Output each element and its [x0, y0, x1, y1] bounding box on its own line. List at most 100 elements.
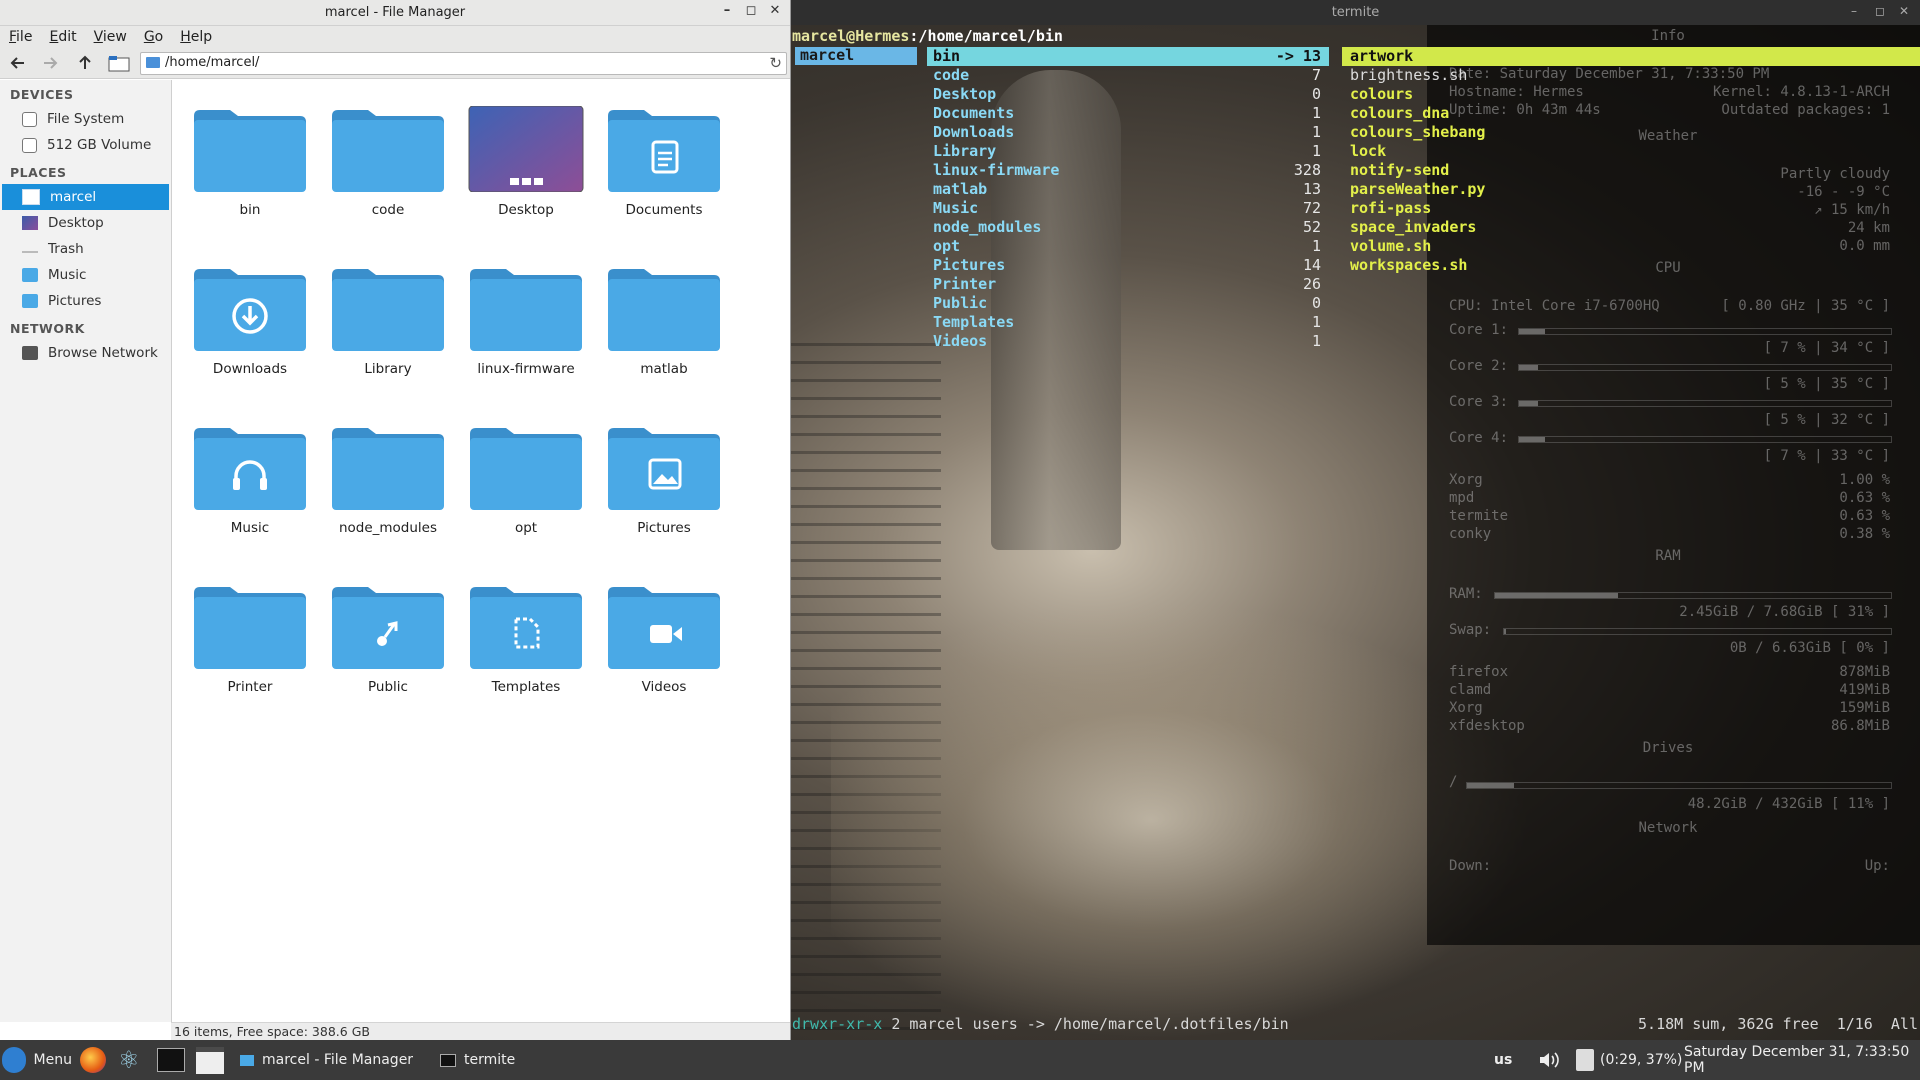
keyboard-layout[interactable]: us [1494, 1040, 1512, 1080]
file-item[interactable]: bin [181, 102, 319, 252]
sidebar-item-label: marcel [50, 189, 97, 205]
ranger-entry[interactable]: Desktop 0 [927, 85, 1329, 104]
minimize-icon[interactable]: – [1851, 4, 1857, 18]
files-launcher[interactable] [196, 1040, 224, 1080]
file-item[interactable]: Library [319, 261, 457, 411]
file-item[interactable]: matlab [595, 261, 733, 411]
clock[interactable]: Saturday December 31, 7:33:50 PM [1684, 1040, 1920, 1080]
task-file-manager[interactable]: marcel - File Manager [240, 1040, 420, 1080]
ranger-entry[interactable]: Downloads 1 [927, 123, 1329, 142]
ranger-preview-entry[interactable]: lock [1342, 142, 1920, 161]
sidebar-item-trash[interactable]: Trash [0, 236, 171, 262]
close-icon[interactable]: ✕ [766, 3, 784, 18]
menu-item[interactable]: Edit [49, 29, 76, 45]
terminal-title-bar[interactable]: termite – ◻ ✕ [791, 0, 1920, 25]
file-item-label: Templates [491, 679, 561, 695]
ranger-entry[interactable]: Library 1 [927, 142, 1329, 161]
maximize-icon[interactable]: ◻ [1875, 4, 1885, 18]
conky-usage-bar [1494, 592, 1892, 599]
menu-item[interactable]: Go [144, 29, 163, 45]
ranger-preview-column[interactable]: artwork brightness.sh colours colours_dna co… [1342, 47, 1920, 275]
file-item[interactable]: Printer [181, 579, 319, 729]
ranger-parent-column[interactable]: marcel [795, 46, 917, 65]
ranger-entry[interactable]: Pictures 14 [927, 256, 1329, 275]
sidebar-item-volume[interactable]: 512 GB Volume [0, 132, 171, 158]
title-bar[interactable]: marcel - File Manager – ◻ ✕ [0, 0, 790, 26]
file-item[interactable]: Desktop [457, 102, 595, 252]
ranger-entry[interactable]: Templates 1 [927, 313, 1329, 332]
file-item[interactable]: Documents [595, 102, 733, 252]
ranger-preview-entry[interactable]: workspaces.sh [1342, 256, 1920, 275]
ranger-current-column[interactable]: bin -> 13 code 7 Desktop 0 Documents 1 Downloads… [927, 47, 1329, 351]
ranger-entry[interactable]: Public 0 [927, 294, 1329, 313]
ranger-entry[interactable]: Printer 26 [927, 275, 1329, 294]
ranger-preview-entry[interactable]: colours [1342, 85, 1920, 104]
sidebar-item-desktop[interactable]: Desktop [0, 210, 171, 236]
address-bar[interactable]: /home/marcel/ ↻ [140, 52, 787, 75]
sidebar-item-browse-network[interactable]: Browse Network [0, 340, 171, 366]
ranger-preview-entry[interactable]: volume.sh [1342, 237, 1920, 256]
volume-icon[interactable] [1538, 1040, 1560, 1080]
menu-button[interactable]: Menu [2, 1040, 72, 1080]
ranger-preview-entry[interactable]: brightness.sh [1342, 66, 1920, 85]
ranger-preview-entry[interactable]: colours_shebang [1342, 123, 1920, 142]
file-item[interactable]: Public [319, 579, 457, 729]
window-title: marcel - File Manager [324, 5, 466, 20]
sidebar-item-file-system[interactable]: File System [0, 106, 171, 132]
file-item[interactable]: node_modules [319, 420, 457, 570]
conky-usage-fill [1519, 401, 1538, 406]
terminal-launcher[interactable] [157, 1040, 185, 1080]
minimize-icon[interactable]: – [718, 3, 736, 18]
entry-count: 1 [1311, 142, 1321, 160]
file-item[interactable]: Downloads [181, 261, 319, 411]
ranger-entry[interactable]: Videos 1 [927, 332, 1329, 351]
back-button[interactable] [8, 53, 28, 73]
ranger-entry[interactable]: matlab 13 [927, 180, 1329, 199]
sidebar-item-marcel[interactable]: marcel [2, 184, 169, 210]
ranger-entry[interactable]: bin -> 13 [927, 47, 1329, 66]
conky-text: xfdesktop [1449, 718, 1525, 734]
conky-text: [ 5 % | 35 °C ] [1763, 376, 1890, 392]
file-item[interactable]: code [319, 102, 457, 252]
home-folder-icon [22, 189, 40, 205]
ranger-entry[interactable]: opt 1 [927, 237, 1329, 256]
file-item[interactable]: Templates [457, 579, 595, 729]
file-item[interactable]: linux-firmware [457, 261, 595, 411]
ranger-entry[interactable]: Documents 1 [927, 104, 1329, 123]
close-icon[interactable]: ✕ [1899, 4, 1909, 18]
menu-item[interactable]: File [9, 29, 32, 45]
reload-icon[interactable]: ↻ [769, 54, 782, 72]
sidebar-item-music[interactable]: Music [0, 262, 171, 288]
conky-text: Drives [1642, 740, 1694, 756]
ranger-preview-entry[interactable]: colours_dna [1342, 104, 1920, 123]
sidebar-item-pictures[interactable]: Pictures [0, 288, 171, 314]
file-item[interactable]: Pictures [595, 420, 733, 570]
ranger-entry[interactable]: linux-firmware 328 [927, 161, 1329, 180]
battery-indicator[interactable]: (0:29, 37%) [1576, 1040, 1682, 1080]
ranger-preview-entry[interactable]: notify-send [1342, 161, 1920, 180]
ranger-preview-entry[interactable]: artwork [1342, 47, 1920, 66]
home-button[interactable] [108, 53, 130, 73]
menu-item[interactable]: View [94, 29, 127, 45]
ranger-entry[interactable]: node_modules 52 [927, 218, 1329, 237]
entry-count: 72 [1302, 199, 1321, 217]
conky-usage-bar [1466, 782, 1892, 789]
icon-view[interactable]: bin code Desktop Documents Downloads Library l… [173, 80, 790, 1022]
menu-item[interactable]: Help [180, 29, 212, 45]
ranger-preview-entry[interactable]: parseWeather.py [1342, 180, 1920, 199]
maximize-icon[interactable]: ◻ [742, 3, 760, 18]
file-item[interactable]: Videos [595, 579, 733, 729]
ranger-preview-entry[interactable]: rofi-pass [1342, 199, 1920, 218]
file-item[interactable]: Music [181, 420, 319, 570]
entry-name: matlab [933, 180, 988, 198]
ranger-entry[interactable]: code 7 [927, 66, 1329, 85]
folder-icon [332, 428, 444, 510]
forward-button[interactable] [40, 53, 60, 73]
task-termite[interactable]: termite [440, 1040, 580, 1080]
ranger-preview-entry[interactable]: space_invaders [1342, 218, 1920, 237]
up-button[interactable] [75, 53, 95, 73]
file-item[interactable]: opt [457, 420, 595, 570]
firefox-launcher[interactable] [80, 1040, 106, 1080]
ranger-entry[interactable]: Music 72 [927, 199, 1329, 218]
atom-launcher[interactable]: ⚛ [118, 1040, 140, 1080]
